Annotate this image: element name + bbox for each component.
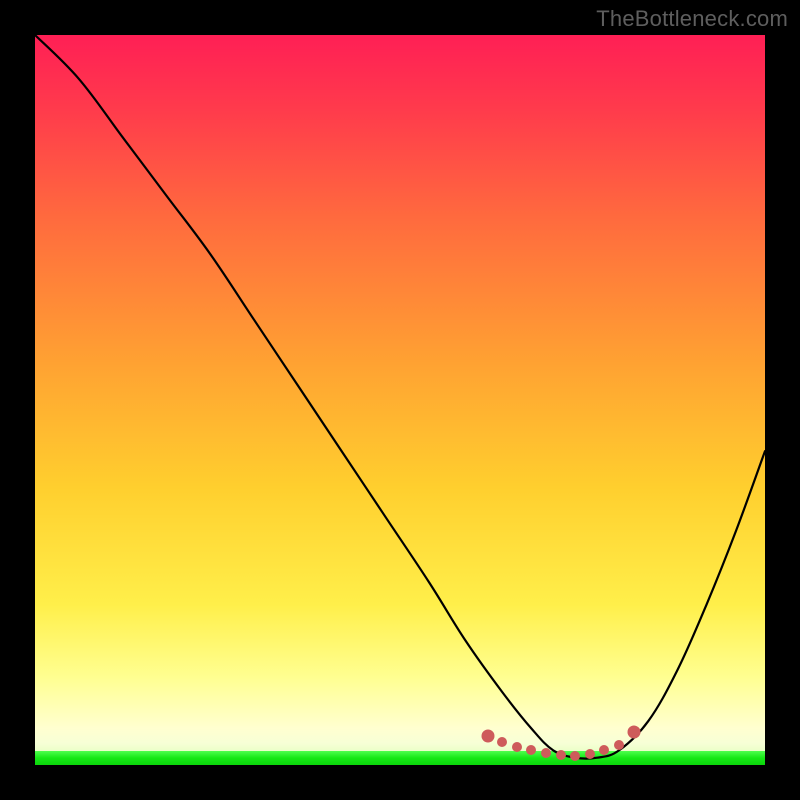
valley-dot <box>481 729 494 742</box>
valley-dot <box>599 745 609 755</box>
valley-dot <box>512 742 522 752</box>
valley-dot <box>627 726 640 739</box>
plot-area <box>35 35 765 765</box>
valley-dot <box>497 737 507 747</box>
chart-container: TheBottleneck.com <box>0 0 800 800</box>
valley-dot <box>526 745 536 755</box>
valley-dot <box>541 748 551 758</box>
valley-dots-group <box>35 35 765 765</box>
valley-dot <box>570 751 580 761</box>
valley-dot <box>614 740 624 750</box>
valley-dot <box>585 749 595 759</box>
watermark-text: TheBottleneck.com <box>596 6 788 32</box>
valley-dot <box>556 750 566 760</box>
